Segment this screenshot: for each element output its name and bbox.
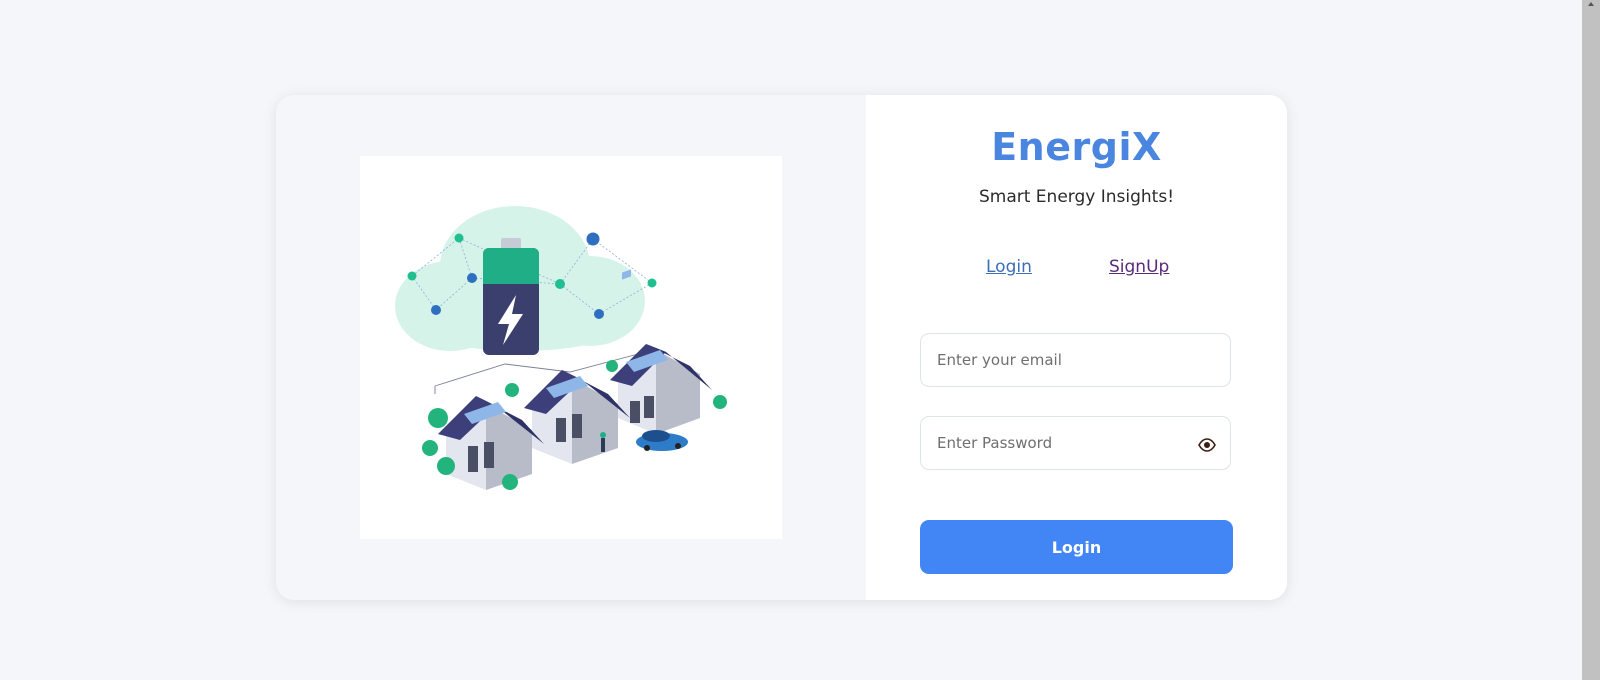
login-button[interactable]: Login — [920, 520, 1233, 574]
eye-icon[interactable] — [1198, 437, 1216, 452]
brand-tagline: Smart Energy Insights! — [978, 187, 1175, 207]
ground-lines — [434, 353, 639, 394]
password-field — [920, 416, 1231, 470]
page: EnergiX Smart Energy Insights! Login Sig… — [0, 0, 1600, 680]
auth-card: EnergiX Smart Energy Insights! Login Sig… — [276, 95, 1287, 600]
form-panel: EnergiX Smart Energy Insights! Login Sig… — [866, 95, 1287, 600]
login-tab-link[interactable]: Login — [986, 257, 1032, 277]
illustration-panel — [276, 95, 866, 600]
vertical-scrollbar[interactable] — [1582, 0, 1600, 680]
car-icon — [636, 430, 688, 451]
email-input[interactable] — [921, 334, 1197, 386]
password-input[interactable] — [921, 417, 1197, 469]
scroll-up-arrow-icon[interactable] — [1588, 2, 1594, 6]
signup-tab-link[interactable]: SignUp — [1109, 257, 1169, 277]
energy-illustration — [360, 156, 782, 539]
email-field — [920, 333, 1231, 387]
battery-icon — [483, 238, 539, 355]
brand-title: EnergiX — [991, 125, 1162, 169]
